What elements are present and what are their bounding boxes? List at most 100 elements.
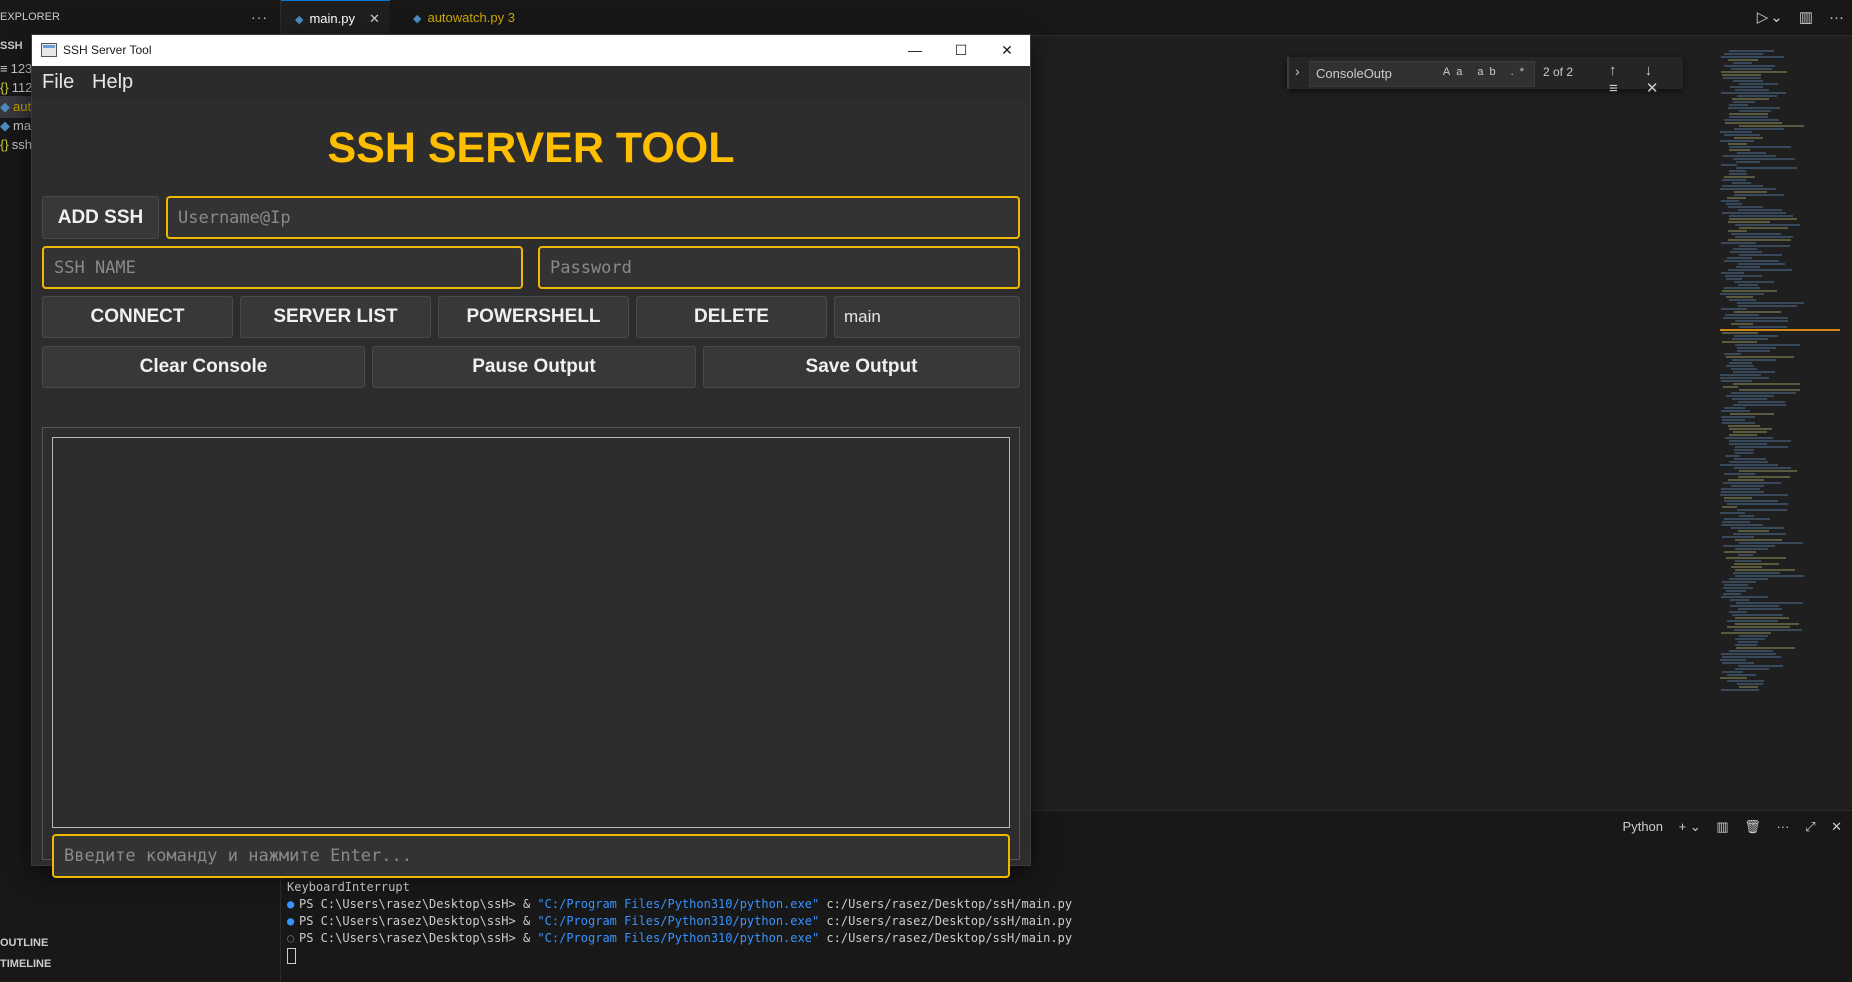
pause-output-button[interactable]: Pause Output: [372, 346, 696, 388]
minimap-line: [1723, 593, 1741, 595]
save-output-button[interactable]: Save Output: [703, 346, 1020, 388]
minimap-line: [1733, 431, 1767, 433]
minimap-line: [1727, 503, 1788, 505]
clear-console-button[interactable]: Clear Console: [42, 346, 365, 388]
minimap-line: [1732, 98, 1769, 100]
minimap-line: [1735, 644, 1757, 646]
minimap-line: [1735, 560, 1761, 562]
minimap-line: [1725, 455, 1740, 457]
minimap-line: [1739, 125, 1804, 127]
minimap-line: [1725, 437, 1773, 439]
find-input[interactable]: ConsoleOutp Aa ab .*: [1309, 61, 1535, 87]
minimap-line: [1730, 599, 1749, 601]
connect-button[interactable]: CONNECT: [42, 296, 233, 338]
command-input[interactable]: [52, 834, 1010, 878]
minimap-line: [1721, 71, 1787, 73]
close-tab-icon[interactable]: ✕: [369, 11, 380, 26]
minimap-line: [1733, 383, 1800, 385]
minimap-line: [1735, 224, 1800, 226]
terminal-python-tab[interactable]: Python: [1623, 819, 1663, 834]
command-status-icon[interactable]: ○: [287, 930, 299, 947]
minimap-line: [1729, 362, 1752, 364]
window-titlebar[interactable]: SSH Server Tool — ☐ ✕: [32, 35, 1030, 66]
timeline-section[interactable]: TIMELINE: [0, 958, 51, 970]
run-icon[interactable]: ▷: [1757, 9, 1769, 26]
minimap-line: [1721, 200, 1739, 202]
minimap-line: [1724, 134, 1760, 136]
minimap-line: [1726, 203, 1742, 205]
close-panel-icon[interactable]: ✕: [1831, 819, 1842, 834]
minimap-line: [1722, 521, 1750, 523]
username-ip-input[interactable]: [166, 196, 1020, 239]
add-ssh-button[interactable]: ADD SSH: [42, 196, 159, 239]
minimap-line: [1728, 239, 1791, 241]
minimap[interactable]: [1720, 50, 1840, 810]
minimap-line: [1729, 113, 1768, 115]
minimap-line: [1738, 665, 1783, 667]
close-icon[interactable]: ✕: [984, 35, 1030, 66]
powershell-button[interactable]: POWERSHELL: [438, 296, 629, 338]
minimap-line: [1735, 575, 1804, 577]
trash-icon[interactable]: 🗑: [1744, 819, 1761, 834]
scrollbar[interactable]: [1838, 140, 1844, 800]
minimap-line: [1734, 128, 1784, 130]
minimap-line: [1723, 386, 1738, 388]
minimap-line: [1738, 209, 1782, 211]
minimap-line: [1731, 368, 1757, 370]
tab-main-py[interactable]: ◆ main.py ✕: [281, 0, 390, 36]
ssh-name-input[interactable]: [42, 246, 523, 289]
minimap-line: [1727, 674, 1756, 676]
command-status-icon[interactable]: ●: [287, 913, 299, 930]
minimap-line: [1724, 53, 1763, 55]
maximize-panel-icon[interactable]: ⤢: [1805, 819, 1815, 834]
minimap-line: [1738, 263, 1785, 265]
split-editor-icon[interactable]: ▥: [1799, 9, 1813, 26]
minimap-line: [1739, 110, 1771, 112]
minimap-line: [1737, 509, 1787, 511]
minimap-line: [1729, 173, 1747, 175]
chevron-down-icon[interactable]: ⌄: [1770, 9, 1783, 26]
menu-help[interactable]: Help: [92, 71, 133, 94]
server-select[interactable]: main: [834, 296, 1020, 338]
delete-button[interactable]: DELETE: [636, 296, 827, 338]
minimap-line: [1726, 356, 1794, 358]
explorer-more-icon[interactable]: ···: [251, 0, 268, 35]
server-list-button[interactable]: SERVER LIST: [240, 296, 431, 338]
menu-file[interactable]: File: [42, 71, 74, 94]
explorer-header: EXPLORER ···: [0, 0, 280, 35]
minimap-line: [1724, 176, 1755, 178]
chevron-right-icon[interactable]: ›: [1295, 63, 1300, 79]
maximize-icon[interactable]: ☐: [938, 35, 984, 66]
tab-autowatch-py[interactable]: ◆ autowatch.py 3: [399, 0, 525, 35]
outline-section[interactable]: OUTLINE: [0, 937, 48, 949]
minimize-icon[interactable]: —: [892, 35, 938, 66]
minimap-line: [1734, 629, 1802, 631]
minimap-line: [1721, 416, 1755, 418]
minimap-line: [1720, 677, 1747, 679]
minimap-line: [1721, 689, 1759, 691]
minimap-line: [1739, 326, 1787, 328]
command-status-icon[interactable]: ●: [287, 896, 299, 913]
more-icon[interactable]: ···: [1776, 819, 1789, 834]
explorer-item[interactable]: {} ssh: [0, 134, 32, 156]
find-nav-icons[interactable]: ↑ ↓ ≡ ✕: [1609, 62, 1683, 97]
minimap-line: [1739, 515, 1754, 517]
password-input[interactable]: [538, 246, 1020, 289]
minimap-line: [1729, 116, 1768, 118]
minimap-line: [1736, 647, 1795, 649]
more-actions-icon[interactable]: ···: [1829, 9, 1844, 26]
minimap-line: [1732, 338, 1768, 340]
explorer-section-ssh[interactable]: SSH: [0, 40, 23, 52]
new-terminal-icon[interactable]: + ⌄: [1679, 819, 1701, 834]
minimap-line: [1730, 251, 1762, 253]
minimap-line: [1723, 155, 1776, 157]
minimap-line: [1734, 467, 1791, 469]
minimap-line: [1723, 545, 1775, 547]
console-output[interactable]: [52, 437, 1010, 828]
minimap-line: [1735, 452, 1753, 454]
split-terminal-icon[interactable]: ▥: [1716, 819, 1728, 834]
minimap-line: [1720, 494, 1788, 496]
minimap-line: [1739, 389, 1800, 391]
find-options[interactable]: Aa ab .*: [1443, 66, 1530, 78]
minimap-line: [1724, 65, 1775, 67]
